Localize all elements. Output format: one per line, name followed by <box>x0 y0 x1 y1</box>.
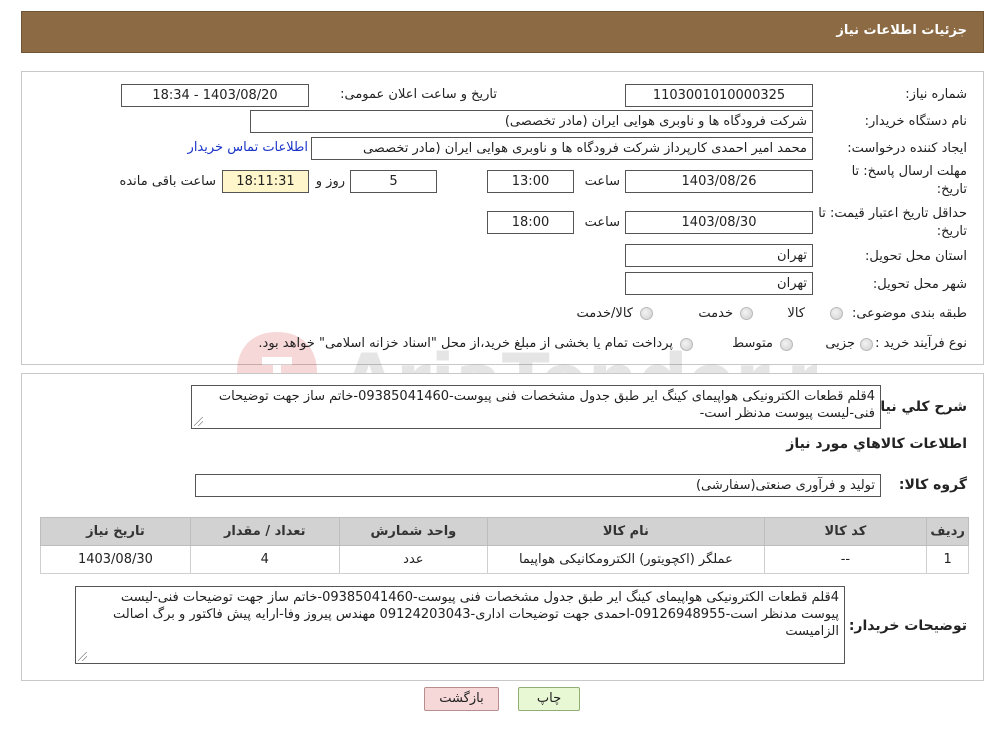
city-label: شهر محل تحویل: <box>872 277 967 292</box>
category-radio-goods[interactable] <box>830 307 843 320</box>
back-button[interactable]: بازگشت <box>424 687 499 711</box>
table-row: 1 -- عملگر (اکچویتور) الکترومکانیکی هواپ… <box>40 545 969 574</box>
summary-text: 4قلم قطعات الکترونیکی هواپیمای کینگ ایر … <box>218 389 875 421</box>
col-item-name: نام کالا <box>487 517 765 546</box>
deadline-days-field: 5 <box>350 170 437 193</box>
price-validity-label-2: تاریخ: <box>936 224 967 239</box>
buyer-org-field: شرکت فرودگاه ها و ناوبری هوایی ایران (ما… <box>250 110 813 133</box>
col-item-code: کد کالا <box>763 517 928 546</box>
price-validity-date-field: 1403/08/30 <box>625 211 813 234</box>
col-row-number: رديف <box>926 517 969 546</box>
deadline-label-2: تاریخ: <box>936 182 967 197</box>
buyer-notes-textarea[interactable]: 4قلم قطعات الکترونیکی هواپیمای کینگ ایر … <box>75 586 845 664</box>
page-title: جزئیات اطلاعات نیاز <box>836 23 967 38</box>
need-info-panel: AriaTender.neT شماره نیاز: 1103001010000… <box>21 71 984 432</box>
buyer-notes-label: توضيحات خريدار: <box>848 618 967 634</box>
remaining-time-field: 18:11:31 <box>222 170 309 193</box>
purchase-radio-medium[interactable] <box>780 338 793 351</box>
cell-unit: عدد <box>338 545 489 574</box>
purchase-option-medium: متوسط <box>732 336 773 351</box>
cell-row-number: 1 <box>926 545 969 574</box>
page-header: جزئیات اطلاعات نیاز <box>21 11 984 53</box>
goods-group-label: گروه کالا: <box>898 477 967 493</box>
province-field: تهران <box>625 244 813 267</box>
summary-textarea[interactable]: 4قلم قطعات الکترونیکی هواپیمای کینگ ایر … <box>191 385 881 429</box>
category-option-goods-service: کالا/خدمت <box>576 306 633 321</box>
goods-group-field: تولید و فرآوری صنعتی(سفارشی) <box>195 474 881 497</box>
summary-label: شرح کلي نياز: <box>866 399 967 415</box>
city-field: تهران <box>625 272 813 295</box>
requester-label: ایجاد کننده درخواست: <box>847 141 967 156</box>
goods-table: رديف کد کالا نام کالا واحد شمارش تعداد /… <box>40 517 969 574</box>
buyer-contact-link[interactable]: اطلاعات تماس خریدار <box>188 140 308 155</box>
deadline-time-label: ساعت <box>584 174 620 189</box>
category-option-service: خدمت <box>698 306 733 321</box>
deadline-date-field: 1403/08/26 <box>625 170 813 193</box>
purchase-type-label: نوع فرآیند خرید : <box>875 336 967 351</box>
need-number-label: شماره نیاز: <box>905 87 967 102</box>
category-radio-service[interactable] <box>740 307 753 320</box>
need-number-field: 1103001010000325 <box>625 84 813 107</box>
price-validity-time-label: ساعت <box>584 215 620 230</box>
purchase-radio-minor[interactable] <box>860 338 873 351</box>
price-validity-label: حداقل تاریخ اعتبار قیمت: تا <box>818 206 967 221</box>
deadline-days-label: روز و <box>315 174 345 189</box>
category-label: طبقه بندی موضوعی: <box>851 306 967 321</box>
announce-datetime-field: 1403/08/20 - 18:34 <box>121 84 309 107</box>
province-label: استان محل تحویل: <box>865 249 967 264</box>
price-validity-time-field: 18:00 <box>487 211 574 234</box>
category-radio-goods-service[interactable] <box>640 307 653 320</box>
col-quantity: تعداد / مقدار <box>189 517 340 546</box>
deadline-time-field: 13:00 <box>487 170 574 193</box>
requester-field: محمد امیر احمدی کارپرداز شرکت فرودگاه ها… <box>311 137 813 160</box>
buyer-org-label: نام دستگاه خریدار: <box>864 114 967 129</box>
treasury-note: پرداخت تمام یا بخشی از مبلغ خرید،از محل … <box>258 336 673 351</box>
goods-panel: شرح کلي نياز: 4قلم قطعات الکترونیکی هواپ… <box>21 373 984 681</box>
buyer-notes-text: 4قلم قطعات الکترونیکی هواپیمای کینگ ایر … <box>112 590 839 639</box>
cell-item-code: -- <box>763 545 928 574</box>
deadline-label: مهلت ارسال پاسخ: تا <box>851 164 967 179</box>
resize-grip-icon[interactable] <box>78 652 87 661</box>
category-option-goods: کالا <box>787 306 805 321</box>
purchase-option-minor: جزیی <box>825 336 855 351</box>
announce-datetime-label: تاریخ و ساعت اعلان عمومی: <box>340 87 497 102</box>
cell-quantity: 4 <box>189 545 340 574</box>
goods-table-header: رديف کد کالا نام کالا واحد شمارش تعداد /… <box>40 517 969 546</box>
purchase-checkbox-treasury[interactable] <box>680 338 693 351</box>
goods-section-title: اطلاعات کالاهاي مورد نياز <box>786 436 967 452</box>
col-need-date: تاريخ نياز <box>40 517 191 546</box>
col-unit: واحد شمارش <box>338 517 489 546</box>
print-button[interactable]: چاپ <box>518 687 580 711</box>
remaining-time-label: ساعت باقی مانده <box>119 174 216 189</box>
cell-need-date: 1403/08/30 <box>40 545 191 574</box>
resize-grip-icon[interactable] <box>194 417 203 426</box>
cell-item-name: عملگر (اکچویتور) الکترومکانیکی هواپیما <box>487 545 765 574</box>
